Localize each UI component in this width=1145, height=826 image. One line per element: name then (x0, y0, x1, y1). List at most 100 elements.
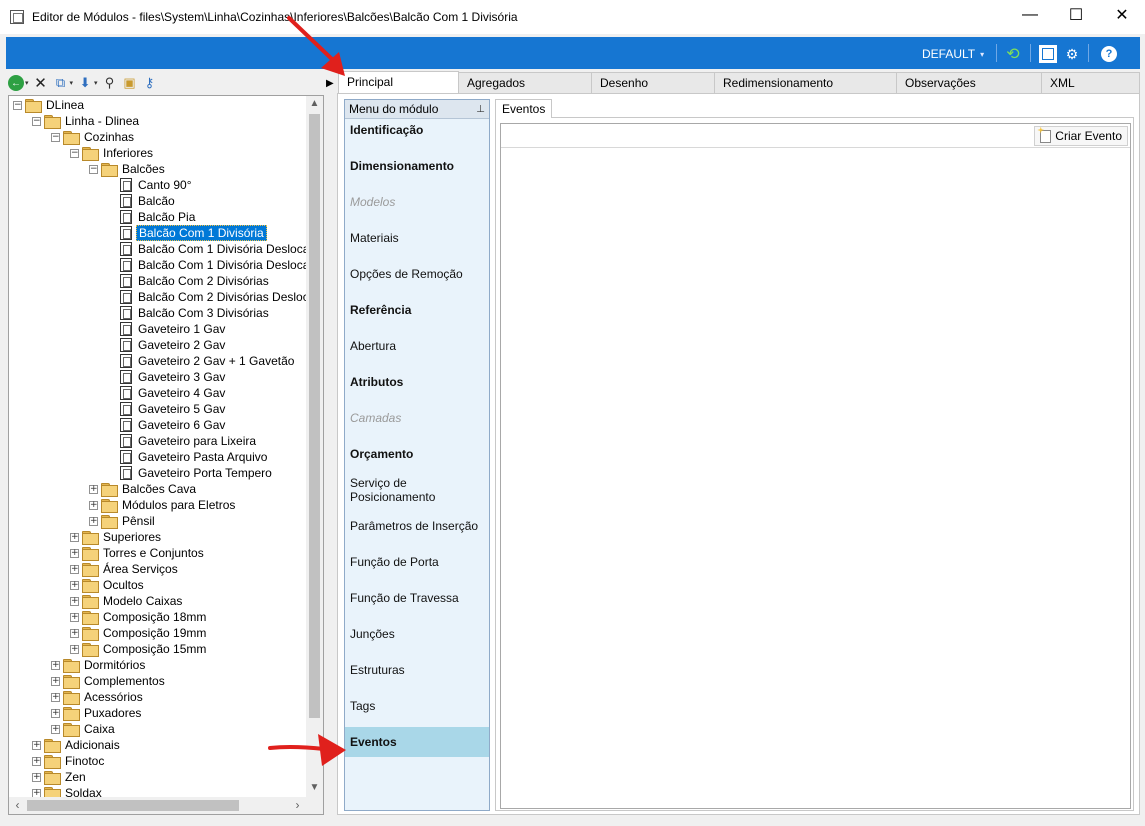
module-menu-item[interactable]: Função de Porta (345, 547, 489, 577)
scroll-left-icon[interactable]: ‹ (9, 797, 26, 814)
copy-icon[interactable]: ⧉ (53, 75, 69, 91)
create-event-button[interactable]: Criar Evento (1034, 126, 1128, 146)
maximize-button[interactable]: ☐ (1053, 0, 1099, 30)
module-menu-item[interactable]: Opções de Remoção (345, 259, 489, 289)
scroll-down-icon[interactable]: ▼ (306, 782, 323, 798)
tree-folder-item[interactable]: − DLinea (13, 97, 86, 113)
expand-icon[interactable]: + (89, 500, 98, 510)
tab-xml[interactable]: XML (1041, 72, 1140, 94)
module-menu-item[interactable]: Eventos (345, 727, 489, 757)
expand-icon[interactable]: + (51, 708, 60, 718)
expand-icon[interactable]: + (70, 580, 79, 590)
tree-folder-item[interactable]: + Finotoc (32, 753, 106, 769)
tab-agregados[interactable]: Agregados (458, 72, 592, 94)
tree-folder-item[interactable]: + Composição 18mm (70, 609, 208, 625)
tab-eventos[interactable]: Eventos (495, 99, 553, 118)
scroll-right-icon[interactable]: › (289, 797, 306, 814)
tree-module-item[interactable]: Canto 90° (108, 177, 194, 193)
collapse-icon[interactable]: − (70, 148, 79, 158)
tree-module-item[interactable]: Balcão Com 1 Divisória Desloca (108, 241, 311, 257)
pin-icon[interactable]: ⊥ (476, 104, 485, 115)
tree-folder-item[interactable]: + Módulos para Eletros (89, 497, 237, 513)
scroll-up-icon[interactable]: ▲ (306, 98, 323, 114)
expand-icon[interactable]: + (70, 596, 79, 606)
expand-icon[interactable]: + (51, 660, 60, 670)
collapse-icon[interactable]: − (89, 164, 98, 174)
tree-link-icon[interactable]: ⚷ (142, 75, 158, 91)
expand-icon[interactable]: + (51, 724, 60, 734)
chevron-down-icon[interactable]: ▾ (94, 79, 98, 87)
tree-folder-item[interactable]: + Acessórios (51, 689, 145, 705)
module-menu-item[interactable]: Atributos (345, 367, 489, 397)
scroll-thumb[interactable] (27, 800, 239, 811)
expand-icon[interactable]: + (70, 532, 79, 542)
module-menu-item[interactable]: Parâmetros de Inserção (345, 511, 489, 541)
tree-module-item[interactable]: Balcão Pia (108, 209, 197, 225)
module-menu-item[interactable]: Materiais (345, 223, 489, 253)
tree-module-item[interactable]: Balcão Com 2 Divisórias Desloc (108, 289, 311, 305)
module-menu-item[interactable]: Estruturas (345, 655, 489, 685)
expand-icon[interactable]: + (32, 756, 41, 766)
tree-module-item[interactable]: Gaveteiro 2 Gav (108, 337, 227, 353)
tab-observacoes[interactable]: Observações (896, 72, 1042, 94)
tree-folder-item[interactable]: − Linha - Dlinea (32, 113, 141, 129)
module-menu-item[interactable]: Referência (345, 295, 489, 325)
tree-vertical-scrollbar[interactable]: ▲ ▼ (306, 96, 323, 798)
move-down-icon[interactable]: ⬇ (77, 75, 93, 91)
expand-icon[interactable]: + (51, 676, 60, 686)
tree-folder-item[interactable]: + Composição 19mm (70, 625, 208, 641)
profile-dropdown[interactable]: DEFAULT ▾ (922, 47, 984, 61)
refresh-icon[interactable]: ⟲ (1004, 45, 1022, 63)
tree-module-item[interactable]: Balcão Com 1 Divisória Desloca (108, 257, 311, 273)
expand-icon[interactable]: + (70, 564, 79, 574)
expand-icon[interactable]: + (32, 772, 41, 782)
tree-module-item[interactable]: Gaveteiro 4 Gav (108, 385, 227, 401)
tree-module-item[interactable]: Gaveteiro Pasta Arquivo (108, 449, 269, 465)
tree-module-item[interactable]: Gaveteiro para Lixeira (108, 433, 258, 449)
tree-folder-item[interactable]: + Puxadores (51, 705, 143, 721)
tree-folder-item[interactable]: + Complementos (51, 673, 167, 689)
module-menu-item[interactable]: Abertura (345, 331, 489, 361)
tab-desenho[interactable]: Desenho (591, 72, 715, 94)
collapse-icon[interactable]: − (32, 116, 41, 126)
tree-folder-item[interactable]: + Área Serviços (70, 561, 180, 577)
tree-folder-item[interactable]: − Inferiores (70, 145, 155, 161)
back-icon[interactable]: ← (8, 75, 24, 91)
events-list[interactable]: Criar Evento (500, 123, 1131, 809)
expand-icon[interactable]: + (70, 548, 79, 558)
folder-refresh-icon[interactable]: ▣ (122, 75, 138, 91)
expand-icon[interactable]: + (32, 740, 41, 750)
tree-module-item[interactable]: Balcão (108, 193, 177, 209)
tree-module-item[interactable]: Gaveteiro 5 Gav (108, 401, 227, 417)
expand-icon[interactable]: + (70, 628, 79, 638)
expand-icon[interactable]: + (89, 484, 98, 494)
close-button[interactable]: ✕ (1099, 0, 1145, 30)
tree-folder-item[interactable]: + Balcões Cava (89, 481, 198, 497)
tree-folder-item[interactable]: − Balcões (89, 161, 167, 177)
expand-icon[interactable]: + (70, 612, 79, 622)
delete-icon[interactable]: ✕ (33, 75, 49, 92)
module-menu-item[interactable]: Junções (345, 619, 489, 649)
help-icon[interactable]: ? (1100, 45, 1118, 63)
chevron-down-icon[interactable]: ▾ (70, 79, 74, 87)
tree-folder-item[interactable]: + Zen (32, 769, 88, 785)
tab-principal[interactable]: Principal (338, 71, 459, 94)
expand-icon[interactable]: + (51, 692, 60, 702)
tree-module-item[interactable]: Gaveteiro 6 Gav (108, 417, 227, 433)
tree-folder-item[interactable]: − Cozinhas (51, 129, 136, 145)
tree-folder-item[interactable]: + Adicionais (32, 737, 122, 753)
tree-module-item[interactable]: Gaveteiro Porta Tempero (108, 465, 274, 481)
module-menu-item[interactable]: Serviço de Posicionamento (345, 475, 489, 505)
tree-folder-item[interactable]: + Torres e Conjuntos (70, 545, 206, 561)
scroll-thumb[interactable] (309, 114, 320, 718)
tab-redimensionamento[interactable]: Redimensionamento (714, 72, 897, 94)
collapse-icon[interactable]: − (13, 100, 22, 110)
module-menu-item[interactable]: Identificação (345, 115, 489, 145)
module-menu-item[interactable]: Função de Travessa (345, 583, 489, 613)
collapse-icon[interactable]: − (51, 132, 60, 142)
module-menu-item[interactable]: Dimensionamento (345, 151, 489, 181)
tree-folder-item[interactable]: + Pênsil (89, 513, 157, 529)
tree-folder-item[interactable]: + Superiores (70, 529, 163, 545)
tree-module-item[interactable]: Balcão Com 3 Divisórias (108, 305, 271, 321)
binoculars-icon[interactable]: ⚲ (102, 75, 118, 91)
